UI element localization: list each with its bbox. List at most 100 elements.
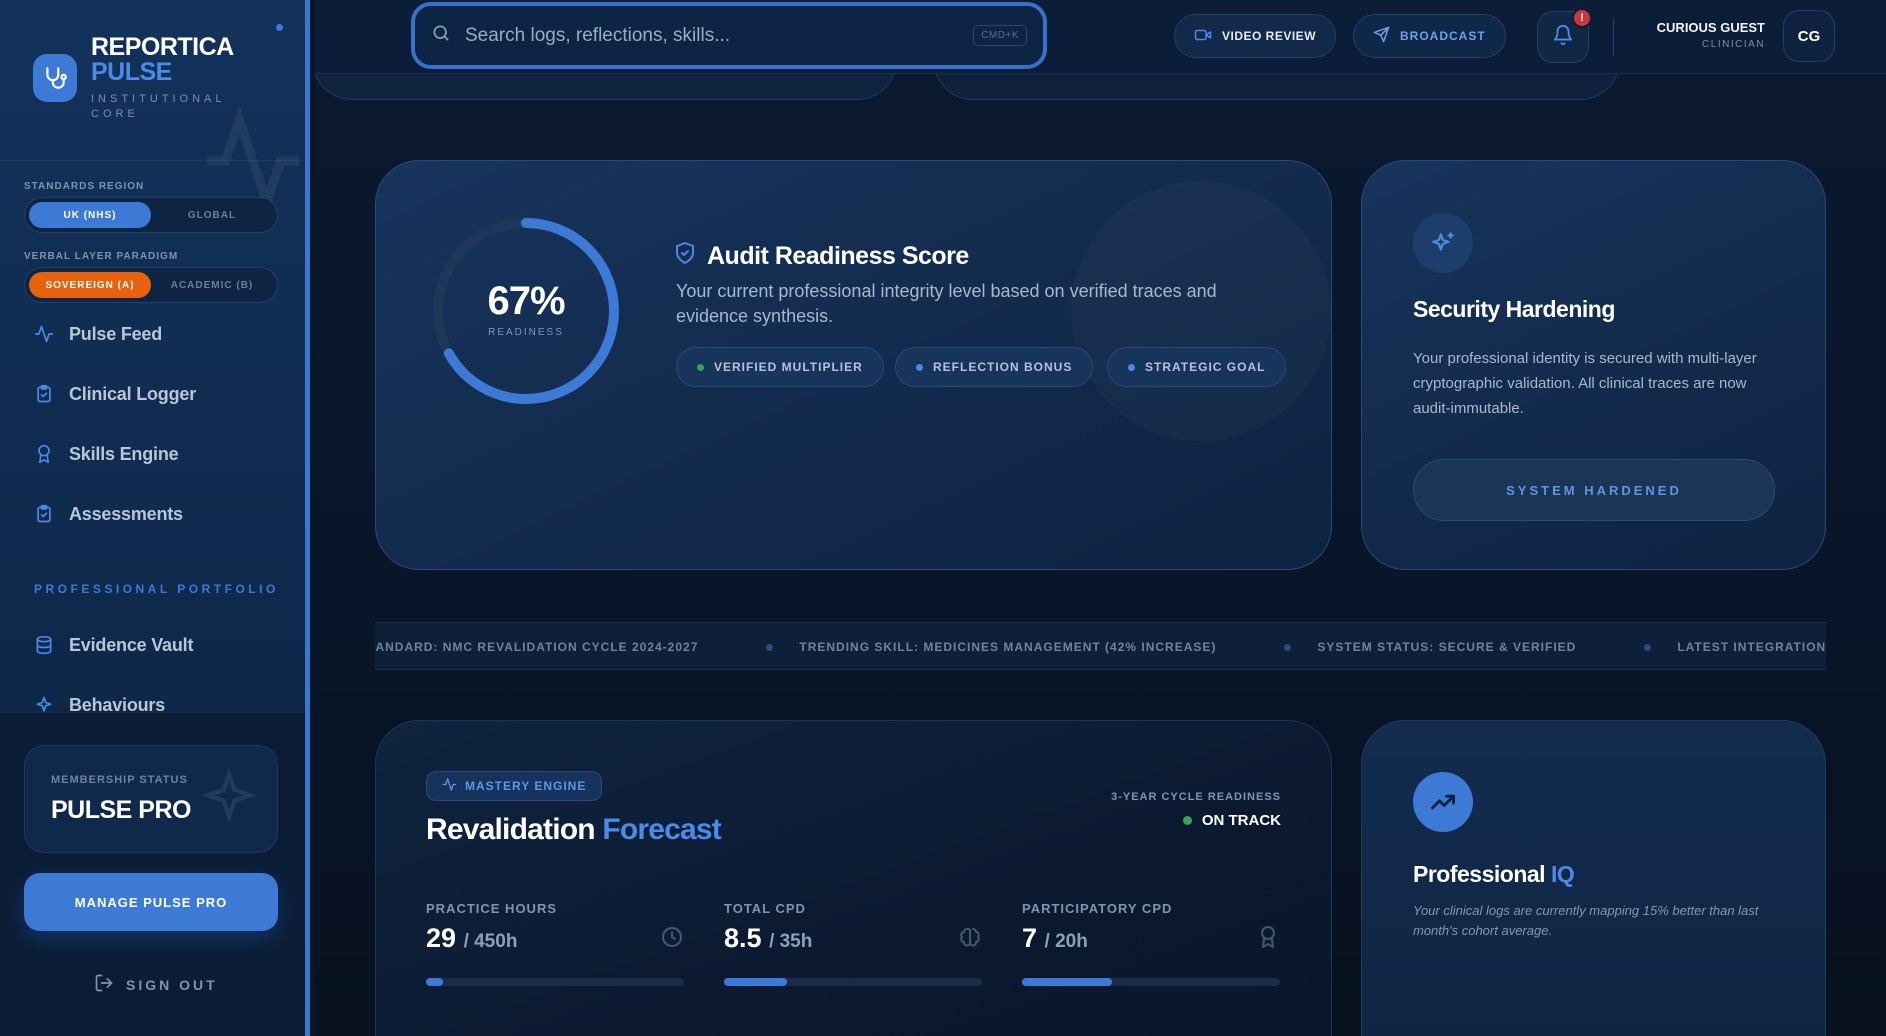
system-hardened-button[interactable]: SYSTEM HARDENED bbox=[1413, 459, 1775, 521]
video-review-button[interactable]: VIDEO REVIEW bbox=[1174, 14, 1337, 58]
security-hardening-card: Security Hardening Your professional ide… bbox=[1361, 160, 1826, 570]
professional-iq-card: Professional IQ Your clinical logs are c… bbox=[1361, 720, 1826, 1036]
search-bar[interactable]: CMD+K bbox=[411, 2, 1047, 69]
brand-title: REPORTICA bbox=[91, 33, 234, 61]
cycle-readiness-label: 3-YEAR CYCLE READINESS bbox=[1111, 791, 1281, 803]
broadcast-label: BROADCAST bbox=[1400, 29, 1486, 43]
search-shortcut-hint: CMD+K bbox=[973, 25, 1027, 46]
iq-title: Professional IQ bbox=[1413, 861, 1575, 888]
sidebar-item-assessments[interactable]: Assessments bbox=[33, 499, 183, 529]
clock-icon bbox=[660, 925, 684, 954]
award-icon bbox=[33, 443, 55, 465]
ticker-item: SYSTEM STATUS: SECURE & VERIFIED bbox=[1284, 640, 1576, 654]
ticker-dot bbox=[1644, 643, 1652, 651]
divider bbox=[0, 160, 305, 161]
activity-icon bbox=[33, 323, 55, 345]
iq-title-main: Professional bbox=[1413, 861, 1546, 887]
database-icon bbox=[33, 634, 55, 656]
notifications-button[interactable]: ! bbox=[1537, 8, 1592, 63]
metric-progress-fill bbox=[724, 978, 787, 986]
sidebar: REPORTICA PULSE INSTITUTIONAL CORE STAND… bbox=[0, 0, 310, 1036]
ticker-dot bbox=[766, 643, 774, 651]
pill-verified-multiplier: VERIFIED MULTIPLIER bbox=[676, 347, 884, 387]
readiness-score: 67% bbox=[487, 279, 565, 323]
sidebar-item-pulse-feed[interactable]: Pulse Feed bbox=[33, 319, 162, 349]
status-dot bbox=[916, 363, 923, 371]
search-input[interactable] bbox=[465, 24, 974, 47]
sidebar-item-label: Pulse Feed bbox=[69, 323, 163, 344]
user-role: CLINICIAN bbox=[1702, 39, 1765, 50]
audit-title: Audit Readiness Score bbox=[673, 241, 969, 272]
metric-practice-hours: PRACTICE HOURS 29 / 450h bbox=[426, 901, 684, 1001]
security-description: Your professional identity is secured wi… bbox=[1413, 350, 1757, 417]
metric-value: 8.5 / 35h bbox=[724, 923, 813, 953]
activity-icon bbox=[442, 777, 457, 795]
log-out-icon bbox=[94, 973, 114, 996]
membership-value: PULSE PRO bbox=[51, 796, 191, 824]
iq-title-accent: IQ bbox=[1550, 861, 1575, 887]
pill-label: STRATEGIC GOAL bbox=[1145, 360, 1266, 374]
brain-icon bbox=[958, 925, 982, 954]
ticker-item: TRENDING SKILL: MEDICINES MANAGEMENT (42… bbox=[766, 640, 1216, 654]
metric-label: TOTAL CPD bbox=[724, 901, 806, 916]
main-content: CMD+K VIDEO REVIEW BROADCAST ! CURIOUS G… bbox=[315, 0, 1886, 1036]
region-option-global[interactable]: GLOBAL bbox=[151, 202, 273, 228]
sparkles-icon bbox=[197, 766, 261, 835]
forecast-title: Revalidation Forecast bbox=[426, 813, 722, 847]
membership-card: MEMBERSHIP STATUS PULSE PRO bbox=[24, 745, 278, 853]
metric-progress-fill bbox=[426, 978, 443, 986]
manage-pulse-pro-button[interactable]: MANAGE PULSE PRO bbox=[24, 873, 278, 931]
brand-subtitle: PULSE bbox=[91, 58, 172, 86]
standards-region-label: STANDARDS REGION bbox=[24, 181, 145, 192]
metric-total-cpd: TOTAL CPD 8.5 / 35h bbox=[724, 901, 982, 1001]
pill-strategic-goal: STRATEGIC GOAL bbox=[1107, 347, 1287, 387]
brand[interactable]: REPORTICA PULSE INSTITUTIONAL CORE bbox=[33, 24, 303, 217]
paradigm-option-sovereign[interactable]: SOVEREIGN (A) bbox=[29, 272, 151, 298]
metric-progress-bar bbox=[1022, 978, 1280, 986]
cycle-status-text: ON TRACK bbox=[1201, 812, 1281, 829]
pill-label: VERIFIED MULTIPLIER bbox=[714, 360, 863, 374]
trending-up-icon bbox=[1413, 772, 1473, 832]
shield-check-icon bbox=[673, 241, 697, 272]
clipboard-check-icon bbox=[33, 383, 55, 405]
status-dot bbox=[1128, 363, 1135, 371]
sparkles-icon bbox=[1413, 213, 1473, 273]
revalidation-forecast-card: MASTERY ENGINE Revalidation Forecast 3-Y… bbox=[375, 720, 1332, 1036]
status-dot bbox=[697, 363, 704, 371]
sidebar-item-skills-engine[interactable]: Skills Engine bbox=[33, 439, 179, 469]
search-icon bbox=[431, 23, 451, 48]
ticker-track: STANDARD: NMC REVALIDATION CYCLE 2024-20… bbox=[375, 623, 1826, 669]
ticker-item: STANDARD: NMC REVALIDATION CYCLE 2024-20… bbox=[375, 640, 699, 654]
forecast-title-main: Revalidation bbox=[426, 813, 596, 846]
pill-reflection-bonus: REFLECTION BONUS bbox=[895, 347, 1094, 387]
paradigm-option-academic[interactable]: ACADEMIC (B) bbox=[151, 272, 273, 298]
sidebar-item-evidence-vault[interactable]: Evidence Vault bbox=[33, 630, 193, 660]
metric-label: PRACTICE HOURS bbox=[426, 901, 558, 916]
mastery-engine-label: MASTERY ENGINE bbox=[465, 779, 587, 793]
verbal-layer-label: VERBAL LAYER PARADIGM bbox=[24, 251, 179, 262]
membership-label: MEMBERSHIP STATUS bbox=[51, 774, 188, 786]
broadcast-button[interactable]: BROADCAST bbox=[1353, 14, 1506, 58]
avatar[interactable]: CG bbox=[1783, 10, 1835, 62]
notification-badge: ! bbox=[1572, 8, 1592, 28]
forecast-title-accent: Forecast bbox=[602, 813, 721, 846]
pill-label: REFLECTION BONUS bbox=[933, 360, 1073, 374]
send-icon bbox=[1373, 26, 1390, 46]
cycle-readiness-status: ON TRACK bbox=[1182, 812, 1281, 829]
metric-progress-bar bbox=[724, 978, 982, 986]
video-review-label: VIDEO REVIEW bbox=[1222, 29, 1317, 43]
region-option-uk[interactable]: UK (NHS) bbox=[29, 202, 151, 228]
audit-readiness-card: 67% READINESS Audit Readiness Score Your… bbox=[375, 160, 1332, 570]
sidebar-item-label: Assessments bbox=[69, 503, 183, 524]
iq-description: Your clinical logs are currently mapping… bbox=[1413, 903, 1759, 938]
award-icon bbox=[1256, 925, 1280, 954]
top-bar: CMD+K VIDEO REVIEW BROADCAST ! CURIOUS G… bbox=[315, 0, 1886, 74]
metric-progress-fill bbox=[1022, 978, 1113, 986]
metric-participatory-cpd: PARTICIPATORY CPD 7 / 20h bbox=[1022, 901, 1280, 1001]
sign-out-button[interactable]: SIGN OUT bbox=[94, 973, 218, 996]
sidebar-item-clinical-logger[interactable]: Clinical Logger bbox=[33, 379, 196, 409]
metric-progress-bar bbox=[426, 978, 684, 986]
user-name: CURIOUS GUEST bbox=[1656, 20, 1765, 35]
clipboard-check-icon bbox=[33, 503, 55, 525]
metric-value: 29 / 450h bbox=[426, 923, 518, 953]
